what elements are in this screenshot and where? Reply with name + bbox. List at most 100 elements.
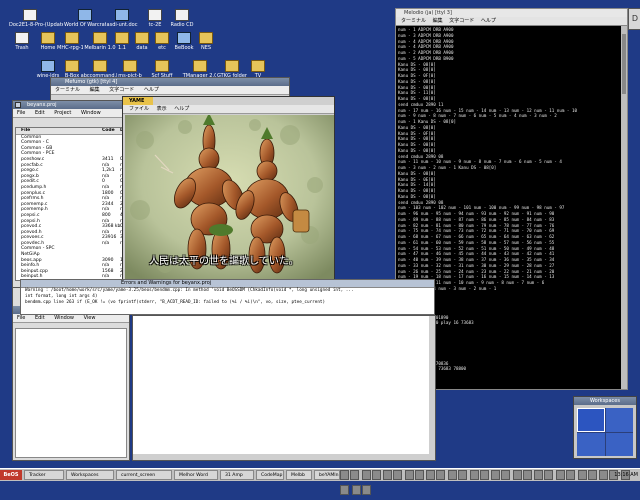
tray-icon[interactable]	[350, 470, 359, 480]
column-header-file[interactable]: File	[21, 128, 30, 133]
menu-edit[interactable]: Edit	[35, 315, 45, 321]
vertical-scrollbar[interactable]	[429, 316, 435, 460]
menu-item[interactable]: ヘルプ	[144, 87, 159, 93]
tray-icon[interactable]	[351, 485, 361, 495]
close-button[interactable]	[15, 102, 21, 108]
file-name: pcepsi.h	[21, 218, 40, 224]
window-title[interactable]: Melodio (ja) [ttyl 3]	[396, 9, 627, 17]
ide-project-window[interactable]: beyanx.proj File Edit Project Window Fil…	[12, 100, 132, 300]
app-icon	[78, 9, 92, 21]
workspace-cell[interactable]	[605, 432, 633, 456]
project-file-tree[interactable]: File Code Da CommonCommon - CCommon - GB…	[15, 127, 129, 281]
file-name: pcevod.c	[21, 224, 42, 230]
tray-icon[interactable]	[404, 470, 414, 480]
start-button[interactable]: BeOS	[0, 470, 22, 480]
tray-icon[interactable]	[534, 470, 544, 480]
menu-help[interactable]: ヘルプ	[174, 106, 189, 112]
tray-icon[interactable]	[565, 470, 575, 480]
top-right-panel[interactable]: D	[628, 8, 640, 30]
menu-help[interactable]: ヘルプ	[481, 18, 496, 24]
tray-icon[interactable]	[555, 470, 565, 480]
menu-edit[interactable]: Edit	[35, 110, 45, 116]
tray-icon[interactable]	[426, 470, 436, 480]
tray-icon[interactable]	[522, 470, 532, 480]
tray-icon[interactable]	[393, 470, 403, 480]
menu-view[interactable]: 表示	[157, 106, 167, 112]
workspaces-window[interactable]: Workspaces	[573, 396, 637, 459]
menu-bar: ターミナル 編集 文字コード ヘルプ	[51, 86, 289, 95]
file-name: pcememp.h	[21, 207, 48, 213]
window-titlebar[interactable]: Mefumo (gtk) [ttyl 4]	[51, 78, 289, 86]
tray-icon[interactable]	[414, 470, 424, 480]
file-name: pcevod.h	[21, 229, 42, 235]
errors-warnings-panel[interactable]: Errors and Warnings for beyanx.proj Warn…	[20, 279, 435, 315]
tray-icon[interactable]	[371, 470, 381, 480]
tray-icon[interactable]	[491, 470, 501, 480]
tray-icon[interactable]	[469, 470, 479, 480]
tray-icon[interactable]	[501, 470, 511, 480]
terminal-scrollbar[interactable]	[621, 26, 627, 389]
menu-item[interactable]: 編集	[90, 87, 100, 93]
window-title[interactable]: YAME	[123, 97, 153, 105]
workspace-cell[interactable]	[577, 408, 605, 432]
taskbar-item[interactable]: Melhor Word	[174, 470, 218, 480]
taskbar-item[interactable]: Workspaces	[66, 470, 114, 480]
image-viewer-window[interactable]: YAME ファイル 表示 ヘルプ 人民は太平の世を謳歌していた。	[122, 96, 335, 286]
menu-file[interactable]: File	[17, 110, 25, 116]
menu-window[interactable]: Window	[81, 110, 101, 116]
scrollbar-thumb[interactable]	[622, 34, 626, 94]
column-header-code[interactable]: Code	[102, 128, 115, 134]
tray-icon[interactable]	[479, 470, 489, 480]
taskbar-item[interactable]: 31 Amp	[220, 470, 254, 480]
tray-icon[interactable]	[436, 470, 446, 480]
menu-item[interactable]: 文字コード	[109, 87, 134, 93]
file-name: Common	[21, 134, 42, 140]
tray-icon[interactable]	[340, 470, 349, 480]
file-name: beinfo.h	[21, 263, 40, 269]
tray-icon[interactable]	[587, 470, 597, 480]
workspace-cell[interactable]	[605, 408, 633, 432]
horizontal-scrollbar[interactable]	[133, 454, 429, 460]
system-tray	[340, 470, 640, 495]
taskbar-item[interactable]: Tracker	[24, 470, 64, 480]
tray-icon[interactable]	[383, 470, 393, 480]
tray-icon[interactable]	[544, 470, 554, 480]
window-titlebar[interactable]: beyanx.proj	[13, 101, 131, 109]
menu-item[interactable]: ターミナル	[55, 87, 80, 93]
menu-file[interactable]: ファイル	[129, 106, 149, 112]
taskbar-item[interactable]: Melbb	[286, 470, 312, 480]
tray-icon[interactable]	[361, 485, 371, 495]
menu-window[interactable]: Window	[54, 315, 74, 321]
tray-icon[interactable]	[447, 470, 457, 480]
menu-edit[interactable]: 編集	[433, 18, 443, 24]
menu-terminal[interactable]: ターミナル	[401, 18, 426, 24]
menu-file[interactable]: File	[17, 315, 25, 321]
desktop-icon[interactable]: Doc2E1-8-Pro-(Update)	[8, 9, 68, 28]
desktop-icon[interactable]: NES	[184, 32, 228, 51]
tray-icon[interactable]	[361, 470, 371, 480]
taskbar-item[interactable]: beYAMIn	[314, 470, 340, 480]
blank-document-window[interactable]	[132, 315, 436, 461]
editor-area[interactable]	[15, 328, 127, 458]
game-caption: 人民は太平の世を謳歌していた。	[149, 256, 299, 267]
tray-icon[interactable]	[599, 470, 609, 480]
tray-icon[interactable]	[457, 470, 467, 480]
taskbar-item[interactable]: current_screen	[116, 470, 172, 480]
desktop-icon[interactable]: Radio CD	[160, 9, 204, 28]
tray-icon[interactable]	[340, 485, 349, 495]
file-name: beos.app	[21, 257, 42, 263]
taskbar-item[interactable]: CodeMap	[256, 470, 284, 480]
tray-icon[interactable]	[577, 470, 587, 480]
tray-icon[interactable]	[512, 470, 522, 480]
error-line[interactable]: bendmm.cpp line 263 if (E_OK != (vo fpri…	[21, 300, 434, 306]
file-name: pcefrms.h	[21, 196, 44, 202]
taskbar: BeOS Tracker Workspaces current_screen M…	[0, 468, 640, 495]
workspace-cell[interactable]	[577, 432, 605, 456]
cd-icon	[175, 9, 189, 21]
menu-view[interactable]: View	[84, 315, 96, 321]
menu-encoding[interactable]: 文字コード	[449, 18, 474, 24]
game-screen[interactable]: 人民は太平の世を謳歌していた。	[125, 115, 334, 285]
menu-project[interactable]: Project	[54, 110, 71, 116]
menu-bar: ファイル 表示 ヘルプ	[123, 105, 334, 114]
file-name: pcememp.c	[21, 201, 48, 207]
